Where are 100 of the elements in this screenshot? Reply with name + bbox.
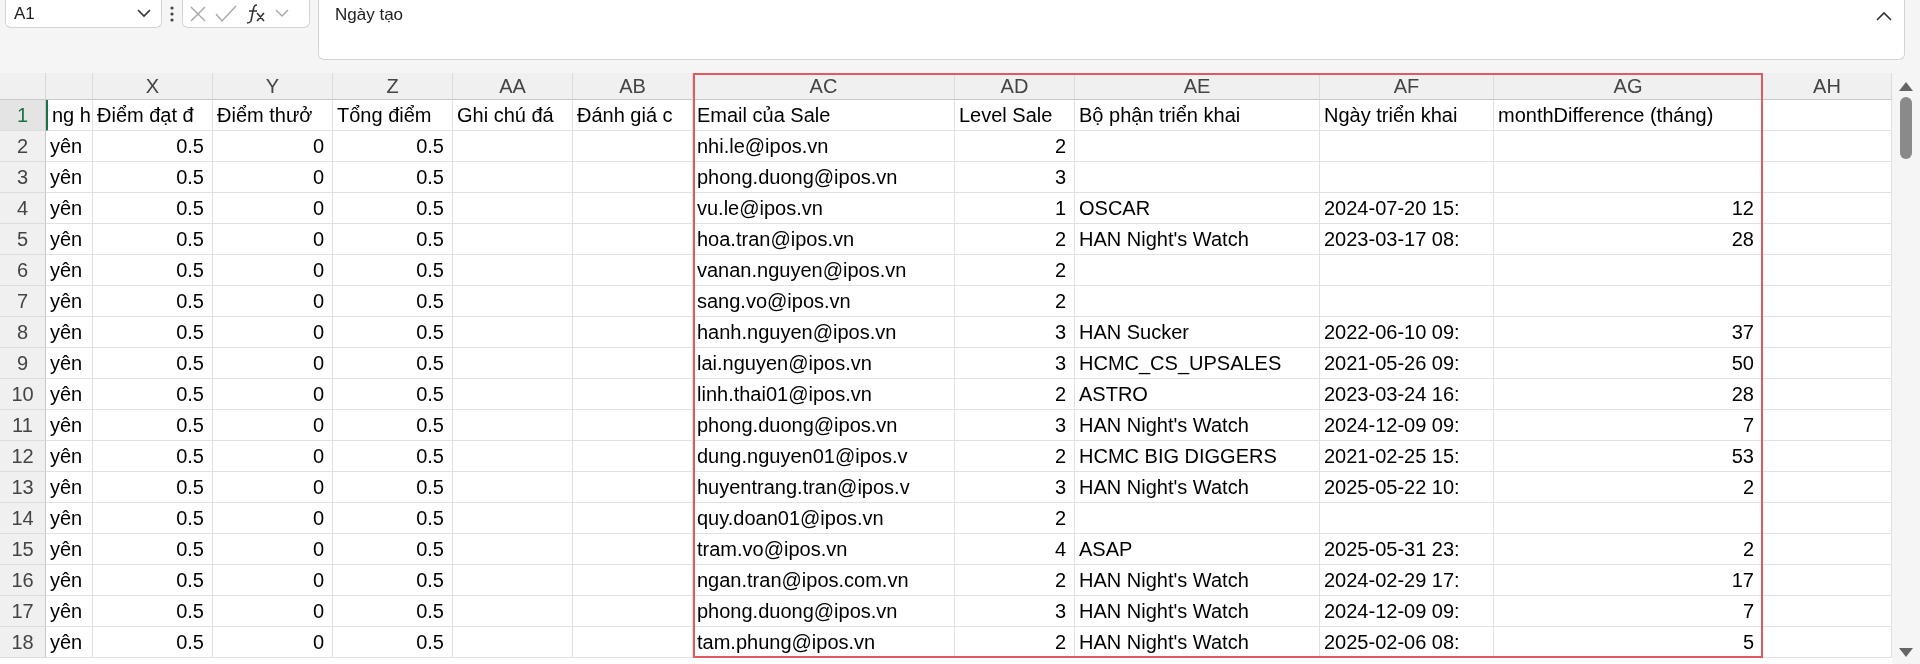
table-cell: 2021-05-26 09:: [1320, 348, 1494, 379]
table-cell: HCMC BIG DIGGERS: [1075, 441, 1320, 472]
name-box[interactable]: A1: [5, 0, 162, 28]
scroll-up-icon[interactable]: [1899, 81, 1913, 91]
table-cell: 0.5: [333, 596, 453, 627]
table-cell: yên: [46, 224, 93, 255]
table-cell: 2025-05-22 10:: [1320, 472, 1494, 503]
column-header[interactable]: Y: [213, 73, 333, 100]
checkmark-icon[interactable]: [215, 4, 237, 23]
table-cell: 2: [1494, 472, 1763, 503]
row-header[interactable]: 12: [0, 441, 46, 472]
table-cell: HAN Night's Watch: [1075, 224, 1320, 255]
table-cell: 0.5: [333, 565, 453, 596]
table-cell: yên: [46, 162, 93, 193]
table-cell: 28: [1494, 379, 1763, 410]
cancel-icon[interactable]: [189, 4, 207, 23]
column-header[interactable]: AE: [1075, 73, 1320, 100]
table-cell: 5: [1494, 627, 1763, 658]
table-cell: 3: [955, 317, 1075, 348]
column-header[interactable]: AC: [693, 73, 955, 100]
table-cell: 50: [1494, 348, 1763, 379]
table-cell: 17: [1494, 565, 1763, 596]
more-options-icon[interactable]: [170, 6, 174, 22]
table-cell: Email của Sale: [693, 100, 955, 131]
table-cell: 0.5: [93, 193, 213, 224]
vertical-scrollbar[interactable]: [1892, 73, 1920, 664]
row-header[interactable]: 2: [0, 131, 46, 162]
table-cell: monthDifference (tháng): [1494, 100, 1763, 131]
row-header[interactable]: 3: [0, 162, 46, 193]
row-header[interactable]: 6: [0, 255, 46, 286]
table-cell: 0.5: [93, 503, 213, 534]
row-header[interactable]: 16: [0, 565, 46, 596]
table-cell: 2: [955, 565, 1075, 596]
row-header[interactable]: 5: [0, 224, 46, 255]
row-header[interactable]: 14: [0, 503, 46, 534]
table-cell: 7: [1494, 410, 1763, 441]
column-header[interactable]: AH: [1763, 73, 1892, 100]
table-cell: Tổng điểm: [333, 100, 453, 131]
row-header[interactable]: 7: [0, 286, 46, 317]
row-header[interactable]: 15: [0, 534, 46, 565]
table-cell: yên: [46, 193, 93, 224]
table-cell: 2022-06-10 09:: [1320, 317, 1494, 348]
chevron-down-icon: [137, 9, 151, 18]
table-cell: 2: [955, 503, 1075, 534]
table-cell: 0: [213, 317, 333, 348]
row-header[interactable]: 1: [0, 100, 46, 131]
column-header[interactable]: AG: [1494, 73, 1763, 100]
table-cell: 3: [955, 410, 1075, 441]
formula-bar[interactable]: Ngày tạo: [318, 0, 1905, 60]
scroll-down-icon[interactable]: [1899, 648, 1913, 658]
table-cell: HAN Night's Watch: [1075, 627, 1320, 658]
table-cell: 2: [955, 224, 1075, 255]
row-header[interactable]: 18: [0, 627, 46, 658]
table-cell: 0.5: [333, 410, 453, 441]
column-header[interactable]: AB: [573, 73, 693, 100]
table-cell: HAN Night's Watch: [1075, 472, 1320, 503]
row-header[interactable]: 13: [0, 472, 46, 503]
column-header[interactable]: AA: [453, 73, 573, 100]
chevron-up-icon[interactable]: [1876, 11, 1892, 21]
table-cell: 53: [1494, 441, 1763, 472]
table-cell: 2: [955, 627, 1075, 658]
table-cell: 0.5: [93, 348, 213, 379]
table-cell: 2025-05-31 23:: [1320, 534, 1494, 565]
row-header[interactable]: 9: [0, 348, 46, 379]
function-icon[interactable]: [245, 3, 267, 24]
table-cell: linh.thai01@ipos.vn: [693, 379, 955, 410]
row-header[interactable]: 10: [0, 379, 46, 410]
table-cell: 0.5: [333, 131, 453, 162]
table-cell: 0.5: [333, 534, 453, 565]
column-header[interactable]: X: [93, 73, 213, 100]
table-cell: 2: [955, 131, 1075, 162]
table-cell: quy.doan01@ipos.vn: [693, 503, 955, 534]
table-cell: Level Sale: [955, 100, 1075, 131]
table-cell: 2024-12-09 09:: [1320, 410, 1494, 441]
scrollbar-thumb[interactable]: [1900, 97, 1912, 159]
table-cell: 0.5: [333, 503, 453, 534]
table-cell: 0.5: [333, 441, 453, 472]
table-cell: hanh.nguyen@ipos.vn: [693, 317, 955, 348]
table-cell: yên: [46, 379, 93, 410]
row-header[interactable]: 17: [0, 596, 46, 627]
column-header[interactable]: AD: [955, 73, 1075, 100]
table-cell: 0.5: [93, 286, 213, 317]
row-header[interactable]: 11: [0, 410, 46, 441]
table-cell: Ghi chú đá: [453, 100, 573, 131]
table-cell: 2024-02-29 17:: [1320, 565, 1494, 596]
table-cell: HAN Night's Watch: [1075, 565, 1320, 596]
table-cell: 28: [1494, 224, 1763, 255]
table-cell: 0: [213, 348, 333, 379]
table-cell: tram.vo@ipos.vn: [693, 534, 955, 565]
column-header[interactable]: AF: [1320, 73, 1494, 100]
table-cell: yên: [46, 286, 93, 317]
table-cell: 0: [213, 410, 333, 441]
table-cell: 2024-07-20 15:: [1320, 193, 1494, 224]
row-header[interactable]: 4: [0, 193, 46, 224]
table-cell: 2: [955, 286, 1075, 317]
column-header[interactable]: Z: [333, 73, 453, 100]
table-cell: 2023-03-24 16:: [1320, 379, 1494, 410]
chevron-down-icon[interactable]: [275, 9, 289, 18]
row-header[interactable]: 8: [0, 317, 46, 348]
table-cell: 0.5: [93, 317, 213, 348]
